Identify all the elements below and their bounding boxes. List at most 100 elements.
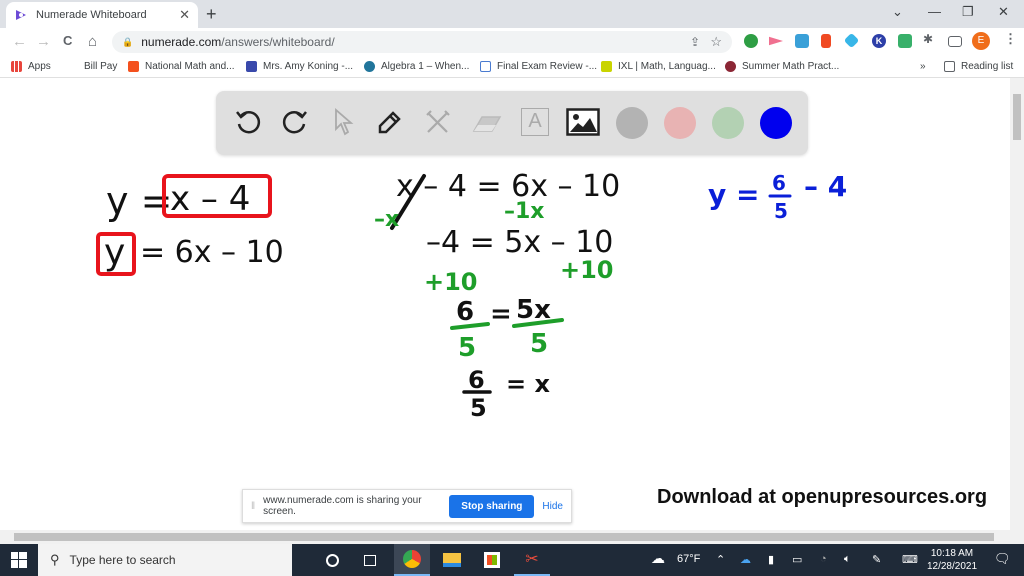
chrome-icon (403, 550, 421, 568)
svg-text:+10: +10 (424, 268, 478, 296)
taskbar-store[interactable] (474, 544, 510, 576)
image-tool[interactable] (566, 105, 600, 139)
profile-avatar[interactable]: E (972, 32, 990, 50)
bookmark-bill-pay[interactable]: Bill Pay (84, 61, 117, 72)
search-placeholder: Type here to search (69, 553, 176, 567)
new-tab-button[interactable]: + (206, 4, 217, 25)
home-button[interactable]: ⌂ (88, 33, 97, 50)
battery-icon[interactable]: ▭ (792, 553, 802, 566)
bookmark-ixl[interactable]: IXL | Math, Languag... (601, 61, 716, 72)
select-tool[interactable] (326, 105, 360, 139)
bookmarks-overflow-button[interactable]: » (920, 61, 926, 72)
taskbar-snipping-tool[interactable]: ✂ (514, 544, 550, 576)
pen-workspace-icon[interactable]: ✎ (872, 553, 881, 566)
text-tool[interactable]: A (518, 105, 552, 139)
url-host: numerade.com (141, 35, 222, 49)
bookmark-algebra-1[interactable]: Algebra 1 – When... (364, 61, 469, 72)
color-swatch-red[interactable] (664, 107, 696, 139)
step-3: 6 5 = 5x 5 (450, 295, 564, 363)
keyboard-icon[interactable]: ⌨ (902, 553, 918, 566)
undo-button[interactable] (231, 105, 265, 139)
svg-text:5: 5 (470, 394, 487, 422)
equation-1: y = x – 4 (106, 174, 272, 223)
back-button[interactable]: ← (12, 33, 27, 50)
system-clock[interactable]: 10:18 AM 12/28/2021 (920, 547, 984, 573)
taskbar-search-box[interactable]: ⚲ Type here to search (38, 544, 292, 576)
cortana-button[interactable] (314, 544, 350, 576)
svg-text:= 6x – 10: = 6x – 10 (140, 235, 284, 270)
reload-button[interactable]: C (63, 33, 72, 48)
watermark-text: Download at openupresources.org (657, 486, 988, 508)
svg-text:–4 = 5x – 10: –4 = 5x – 10 (426, 225, 613, 260)
extension-k-icon[interactable]: K (872, 34, 886, 48)
horizontal-scroll-thumb[interactable] (14, 533, 994, 541)
apps-grid-icon (11, 61, 22, 72)
svg-text:–1x: –1x (504, 199, 545, 224)
color-swatch-green[interactable] (712, 107, 744, 139)
redo-button[interactable] (278, 105, 312, 139)
bookmark-star-icon[interactable]: ☆ (710, 34, 722, 50)
eraser-icon (472, 116, 502, 132)
extension-blue-cloud-icon[interactable] (795, 34, 809, 48)
share-icon[interactable]: ⇪ (690, 35, 700, 49)
weather-temp[interactable]: 67°F (677, 553, 700, 565)
tab-numerade-whiteboard[interactable]: Numerade Whiteboard ✕ (6, 2, 198, 28)
usb-device-icon[interactable]: ▮ (768, 553, 774, 566)
stop-sharing-button[interactable]: Stop sharing (449, 494, 535, 518)
task-view-icon (364, 554, 376, 566)
lock-icon: 🔒 (122, 36, 134, 47)
vertical-scrollbar[interactable] (1010, 78, 1024, 530)
svg-text:=: = (490, 299, 512, 329)
tab-search-dropdown-icon[interactable]: ⌄ (892, 4, 903, 20)
url-path: /answers/whiteboard/ (221, 35, 335, 49)
extension-smiley-icon[interactable] (898, 34, 912, 48)
onedrive-icon[interactable]: ☁ (740, 553, 751, 566)
numerade-logo-icon (16, 10, 26, 20)
extensions-puzzle-icon[interactable]: ✱ (923, 32, 937, 46)
svg-text:5: 5 (774, 199, 788, 223)
eraser-tool[interactable] (469, 105, 503, 139)
clock-date: 12/28/2021 (926, 561, 978, 572)
taskbar-file-explorer[interactable] (434, 544, 470, 576)
show-hidden-icons-button[interactable]: ⌃ (716, 553, 725, 566)
browser-menu-icon[interactable]: ⋮ (1004, 31, 1018, 46)
bookmark-final-exam-review[interactable]: Final Exam Review -... (480, 61, 597, 72)
minimize-button[interactable]: — (928, 4, 941, 19)
reading-list-button[interactable]: Reading list (944, 61, 1013, 72)
taskbar-chrome[interactable] (394, 544, 430, 576)
answer: y = 6 5 – 4 (708, 170, 847, 223)
extension-red-icon[interactable] (821, 34, 831, 48)
weather-cloud-icon[interactable]: ☁ (651, 550, 665, 567)
equation-2: y = 6x – 10 (96, 232, 284, 276)
bookmark-apps[interactable]: Apps (11, 61, 51, 72)
bookmark-summer-math[interactable]: Summer Math Pract... (725, 61, 839, 72)
hide-button[interactable]: Hide (542, 501, 563, 512)
vertical-scroll-thumb[interactable] (1013, 94, 1021, 140)
restore-button[interactable]: ❐ (962, 4, 974, 20)
drag-handle-icon[interactable]: ‖ (251, 501, 255, 512)
svg-text:6: 6 (468, 366, 485, 394)
bookmarks-bar: Apps Bill Pay National Math and... Mrs. … (0, 56, 1024, 78)
forward-button[interactable]: → (36, 33, 51, 50)
bookmark-mrs-amy-koning[interactable]: Mrs. Amy Koning -... (246, 61, 353, 72)
pen-tool[interactable] (373, 105, 407, 139)
cast-icon[interactable] (948, 36, 962, 47)
wifi-icon[interactable]: ◔ (820, 553, 827, 565)
shapes-tool[interactable] (421, 105, 455, 139)
task-view-button[interactable] (352, 544, 388, 576)
close-window-button[interactable]: ✕ (998, 4, 1009, 20)
tools-icon (426, 110, 450, 133)
bookmark-national-math[interactable]: National Math and... (128, 61, 235, 72)
svg-text:5: 5 (530, 329, 548, 359)
screen-share-bar: ‖ www.numerade.com is sharing your scree… (242, 489, 572, 523)
notifications-icon[interactable]: 🗨︎ (994, 551, 1011, 567)
volume-icon[interactable]: 🔈︎ (844, 553, 851, 566)
horizontal-scrollbar[interactable] (0, 530, 1024, 544)
windows-taskbar: ⚲ Type here to search ✂ ☁ 67°F ⌃ ☁ ▮ ▭ ◔… (0, 544, 1024, 576)
start-button[interactable] (0, 544, 38, 576)
extension-green-plus-icon[interactable] (744, 34, 758, 48)
tab-close-icon[interactable]: ✕ (179, 7, 190, 23)
address-bar[interactable]: 🔒 numerade.com/answers/whiteboard/ ⇪ ☆ (112, 31, 732, 53)
color-swatch-blue[interactable] (760, 107, 792, 139)
color-swatch-gray[interactable] (616, 107, 648, 139)
